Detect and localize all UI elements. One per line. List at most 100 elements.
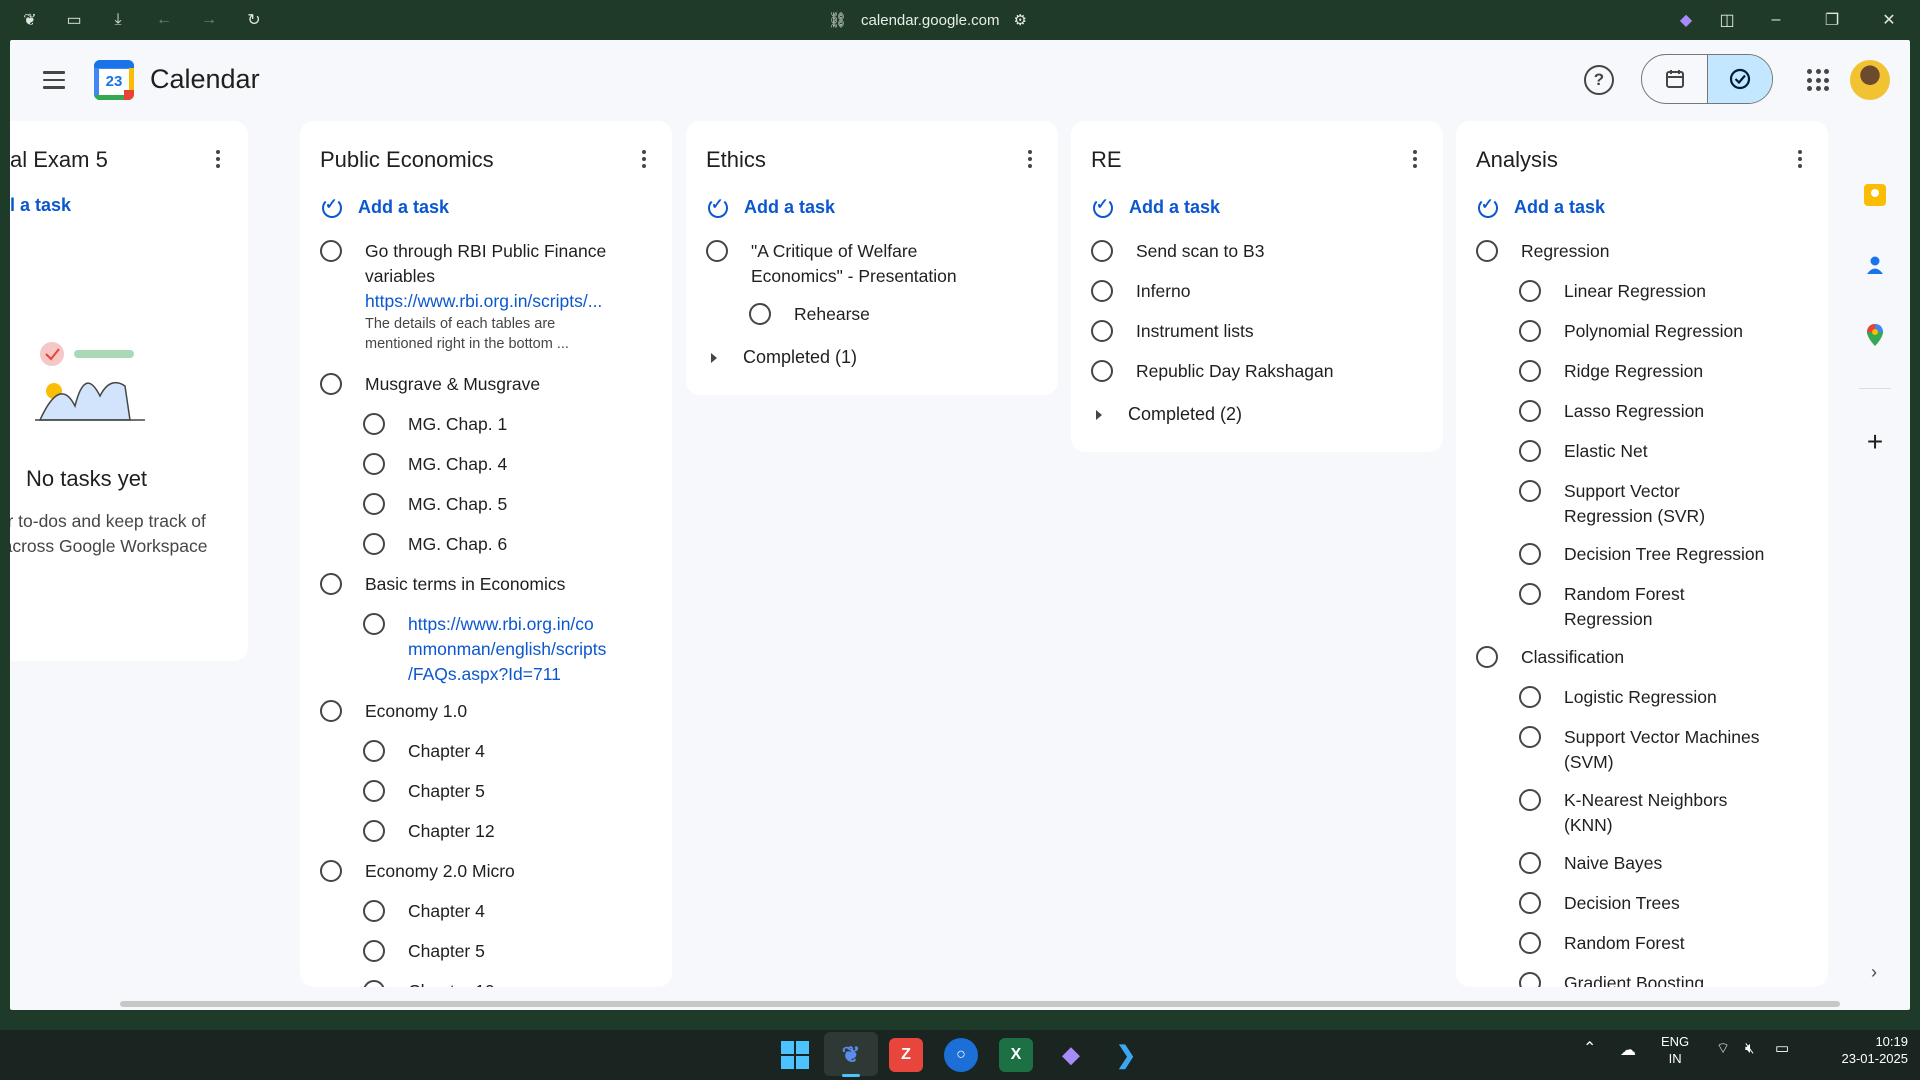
subtask-item[interactable]: Lasso Regression — [1519, 399, 1704, 424]
task-checkbox[interactable] — [1519, 280, 1541, 302]
completed-toggle[interactable]: Completed (1) — [711, 347, 857, 368]
task-item[interactable]: "A Critique of Welfare Economics" - Pres… — [706, 239, 957, 289]
task-checkbox[interactable] — [1519, 852, 1541, 874]
task-link[interactable]: mmonman/english/scripts — [408, 637, 606, 662]
avatar[interactable] — [1850, 60, 1890, 100]
task-checkbox[interactable] — [1519, 686, 1541, 708]
task-item[interactable]: Regression — [1476, 239, 1610, 264]
forward-icon[interactable]: → — [197, 8, 221, 32]
task-item[interactable]: Basic terms in Economics — [320, 572, 565, 597]
chevron-right-icon[interactable]: › — [1871, 962, 1877, 983]
task-checkbox[interactable] — [363, 820, 385, 842]
task-link[interactable]: /FAQs.aspx?Id=711 — [408, 662, 606, 687]
task-checkbox[interactable] — [749, 303, 771, 325]
back-icon[interactable]: ← — [152, 8, 176, 32]
task-checkbox[interactable] — [1091, 360, 1113, 382]
calendar-view-icon[interactable] — [1642, 55, 1707, 103]
task-checkbox[interactable] — [320, 573, 342, 595]
restore-icon[interactable]: ❐ — [1820, 8, 1844, 32]
site-settings-icon[interactable]: ⚙ — [1013, 11, 1026, 29]
add-task-button[interactable]: Add a task — [706, 195, 835, 219]
subtask-item[interactable]: Logistic Regression — [1519, 685, 1717, 710]
battery-icon[interactable]: ▭ — [1775, 1040, 1789, 1057]
task-item[interactable]: Economy 1.0 — [320, 699, 467, 724]
task-checkbox[interactable] — [1519, 892, 1541, 914]
task-item[interactable]: Go through RBI Public Finance variables … — [320, 239, 650, 354]
task-checkbox[interactable] — [363, 780, 385, 802]
subtask-item[interactable]: Rehearse — [749, 302, 870, 327]
google-apps-icon[interactable] — [1807, 69, 1829, 91]
address-bar[interactable]: ⛓ calendar.google.com ⚙ — [828, 8, 1027, 32]
split-view-icon[interactable]: ◫ — [1715, 8, 1739, 32]
subtask-item[interactable]: Ridge Regression — [1519, 359, 1703, 384]
subtask-item[interactable]: Random Forest Regression — [1519, 582, 1685, 632]
browser-logo-icon[interactable]: ❦ — [18, 8, 42, 32]
browser-app-icon[interactable]: ❦ — [834, 1038, 868, 1072]
add-task-button[interactable]: l a task — [10, 195, 71, 216]
add-addon-icon[interactable]: + — [1862, 428, 1888, 456]
task-checkbox[interactable] — [1519, 583, 1541, 605]
task-link[interactable]: https://www.rbi.org.in/scripts/... — [365, 289, 625, 314]
language-indicator[interactable]: ENG IN — [1661, 1033, 1689, 1067]
show-hidden-icons[interactable]: ⌃ — [1583, 1040, 1596, 1057]
more-options-icon[interactable] — [214, 147, 222, 171]
subtask-item[interactable]: https://www.rbi.org.in/co mmonman/englis… — [363, 612, 606, 687]
more-options-icon[interactable] — [1026, 147, 1034, 171]
task-checkbox[interactable] — [320, 700, 342, 722]
volume-muted-icon[interactable]: 🔇︎ — [1745, 1040, 1754, 1057]
task-checkbox[interactable] — [1519, 726, 1541, 748]
task-checkbox[interactable] — [320, 373, 342, 395]
subtask-item[interactable]: Decision Trees — [1519, 891, 1680, 916]
task-item[interactable]: Economy 2.0 Micro — [320, 859, 515, 884]
subtask-item[interactable]: Chapter 4 — [363, 899, 485, 924]
subtask-item[interactable]: Support Vector Machines (SVM) — [1519, 725, 1760, 775]
subtask-item[interactable]: K-Nearest Neighbors (KNN) — [1519, 788, 1727, 838]
obsidian-icon[interactable]: ◆ — [1054, 1038, 1088, 1072]
subtask-item[interactable]: Chapter 5 — [363, 779, 485, 804]
completed-toggle[interactable]: Completed (2) — [1096, 404, 1242, 425]
task-checkbox[interactable] — [320, 860, 342, 882]
subtask-item[interactable]: Polynomial Regression — [1519, 319, 1743, 344]
task-checkbox[interactable] — [1519, 543, 1541, 565]
subtask-item[interactable]: Random Forest — [1519, 931, 1685, 956]
task-checkbox[interactable] — [1519, 360, 1541, 382]
add-task-button[interactable]: Add a task — [1091, 195, 1220, 219]
task-checkbox[interactable] — [1519, 400, 1541, 422]
task-checkbox[interactable] — [1519, 789, 1541, 811]
more-options-icon[interactable] — [1411, 147, 1419, 171]
task-item[interactable]: Musgrave & Musgrave — [320, 372, 540, 397]
subtask-item[interactable]: MG. Chap. 5 — [363, 492, 507, 517]
help-icon[interactable]: ? — [1584, 65, 1614, 95]
task-checkbox[interactable] — [1091, 320, 1113, 342]
task-item[interactable]: Instrument lists — [1091, 319, 1254, 344]
task-checkbox[interactable] — [363, 613, 385, 635]
task-checkbox[interactable] — [1091, 240, 1113, 262]
clock[interactable]: 10:19 23-01-2025 — [1812, 1033, 1909, 1067]
more-options-icon[interactable] — [1796, 147, 1804, 171]
task-checkbox[interactable] — [363, 900, 385, 922]
add-task-button[interactable]: Add a task — [1476, 195, 1605, 219]
reload-icon[interactable]: ↻ — [242, 8, 266, 32]
subtask-item[interactable]: Gradient Boosting — [1519, 971, 1704, 987]
subtask-item[interactable]: Decision Tree Regression — [1519, 542, 1764, 567]
subtask-item[interactable]: Elastic Net — [1519, 439, 1648, 464]
tasks-view-icon[interactable] — [1707, 55, 1772, 103]
add-task-button[interactable]: Add a task — [320, 195, 449, 219]
task-checkbox[interactable] — [1519, 932, 1541, 954]
subtask-item[interactable]: Chapter 10 — [363, 979, 495, 987]
excel-icon[interactable]: X — [999, 1038, 1033, 1072]
maps-icon[interactable] — [1862, 322, 1888, 348]
task-item[interactable]: Inferno — [1091, 279, 1190, 304]
keep-icon[interactable] — [1862, 182, 1888, 208]
vscode-icon[interactable]: ❯ — [1109, 1038, 1143, 1072]
subtask-item[interactable]: Linear Regression — [1519, 279, 1706, 304]
task-checkbox[interactable] — [1519, 480, 1541, 502]
task-checkbox[interactable] — [706, 240, 728, 262]
calendar-logo-icon[interactable]: 23 — [94, 60, 134, 100]
task-item[interactable]: Send scan to B3 — [1091, 239, 1264, 264]
subtask-item[interactable]: Chapter 12 — [363, 819, 495, 844]
subtask-item[interactable]: Naive Bayes — [1519, 851, 1662, 876]
task-checkbox[interactable] — [363, 740, 385, 762]
app-title[interactable]: Calendar — [150, 64, 260, 95]
subtask-item[interactable]: MG. Chap. 4 — [363, 452, 507, 477]
